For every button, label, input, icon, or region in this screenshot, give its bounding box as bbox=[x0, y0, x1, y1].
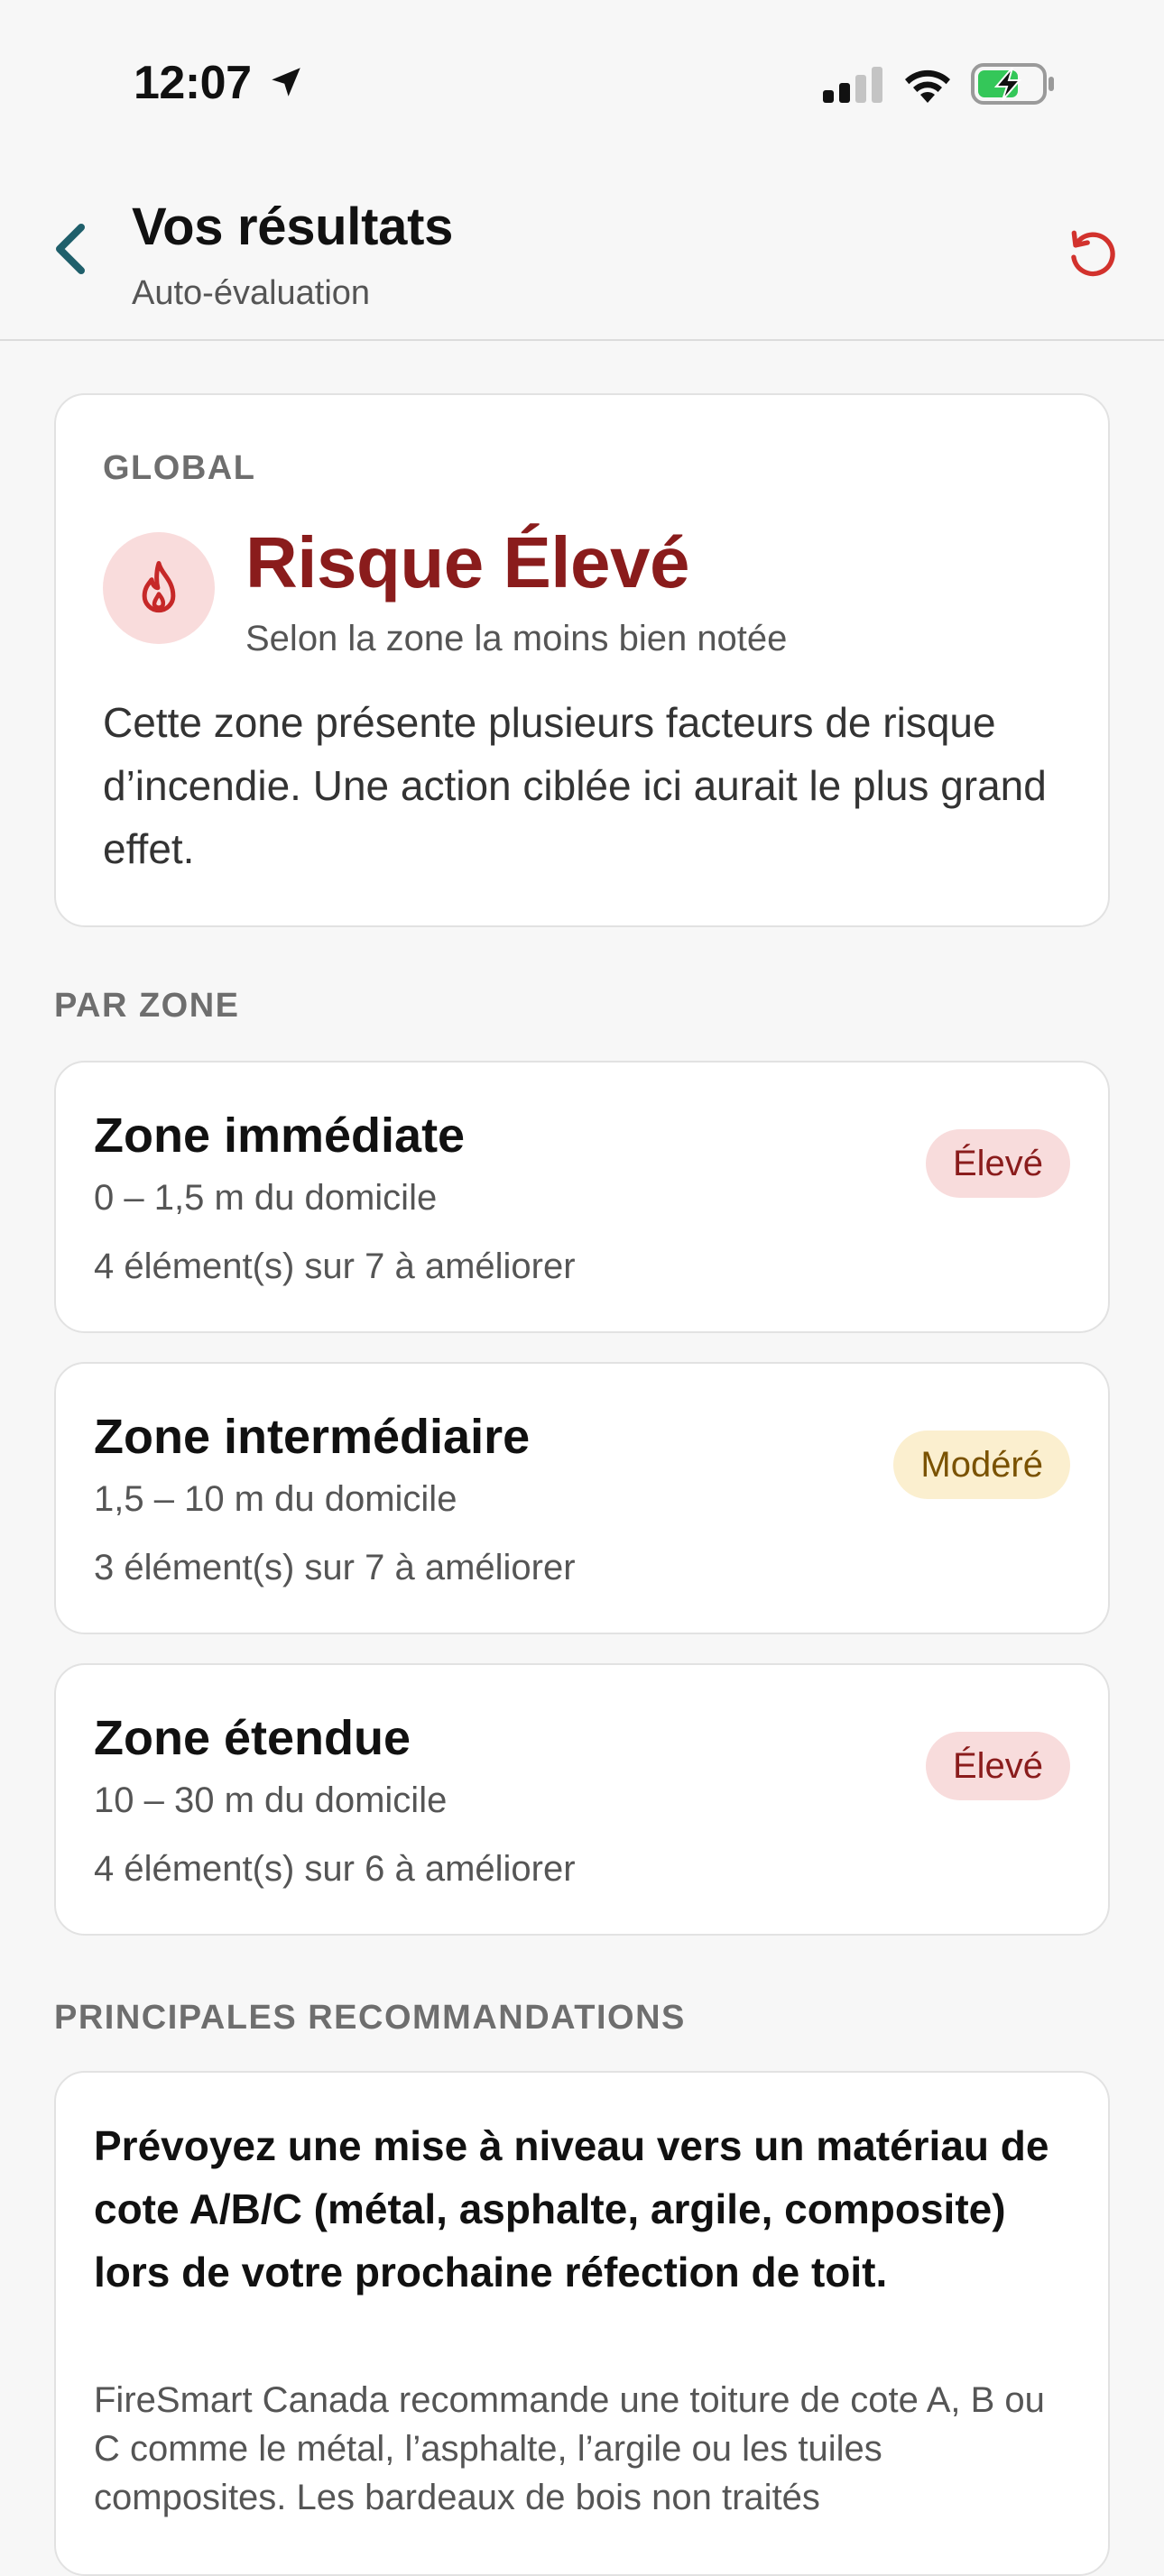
recommendation-card[interactable]: Prévoyez une mise à niveau vers un matér… bbox=[54, 2071, 1110, 2576]
zone-card-intermediate[interactable]: Zone intermédiaire 1,5 – 10 m du domicil… bbox=[54, 1362, 1110, 1634]
status-time: 12:07 bbox=[134, 57, 252, 109]
page-title: Vos résultats bbox=[132, 198, 454, 256]
flame-icon bbox=[142, 561, 176, 613]
zone-title: Zone intermédiaire bbox=[94, 1410, 531, 1464]
refresh-icon[interactable] bbox=[1065, 225, 1121, 281]
risk-badge: Élevé bbox=[925, 1732, 1070, 1800]
risk-level-title: Risque Élevé bbox=[245, 522, 690, 603]
status-bar: 12:07 bbox=[0, 0, 1164, 153]
global-label: GLOBAL bbox=[103, 449, 256, 487]
location-arrow-icon bbox=[272, 68, 300, 97]
zone-improvement-count: 4 élément(s) sur 7 à améliorer bbox=[94, 1247, 576, 1286]
risk-level-subtitle: Selon la zone la moins bien notée bbox=[245, 619, 788, 658]
zone-title: Zone étendue bbox=[94, 1711, 411, 1765]
flame-badge bbox=[103, 532, 215, 644]
zones-section-label: PAR ZONE bbox=[54, 987, 240, 1025]
risk-description: Cette zone présente plusieurs facteurs d… bbox=[103, 699, 1047, 872]
signal-icon bbox=[823, 67, 882, 103]
risk-badge: Élevé bbox=[925, 1129, 1070, 1198]
recommendation-title: Prévoyez une mise à niveau vers un matér… bbox=[94, 2122, 1049, 2295]
battery-charging-icon bbox=[971, 63, 1054, 105]
app-header: Vos résultats Auto-évaluation bbox=[0, 153, 1164, 341]
zone-improvement-count: 4 élément(s) sur 6 à améliorer bbox=[94, 1849, 576, 1889]
zone-range: 1,5 – 10 m du domicile bbox=[94, 1479, 457, 1519]
zone-card-extended[interactable]: Zone étendue 10 – 30 m du domicile 4 élé… bbox=[54, 1663, 1110, 1936]
page-subtitle: Auto-évaluation bbox=[132, 274, 371, 312]
wifi-icon bbox=[905, 69, 950, 103]
global-risk-card: GLOBAL Risque Élevé Selon la zone la moi… bbox=[54, 393, 1110, 927]
recommendation-body: FireSmart Canada recommande une toiture … bbox=[94, 2380, 1045, 2517]
risk-badge: Modéré bbox=[893, 1431, 1070, 1499]
chevron-left-icon[interactable] bbox=[51, 222, 90, 276]
recommendations-section-label: PRINCIPALES RECOMMANDATIONS bbox=[54, 1999, 686, 2037]
zone-title: Zone immédiate bbox=[94, 1109, 466, 1163]
zone-card-immediate[interactable]: Zone immédiate 0 – 1,5 m du domicile 4 é… bbox=[54, 1061, 1110, 1333]
zone-range: 10 – 30 m du domicile bbox=[94, 1780, 448, 1820]
zone-improvement-count: 3 élément(s) sur 7 à améliorer bbox=[94, 1548, 576, 1587]
zone-range: 0 – 1,5 m du domicile bbox=[94, 1178, 438, 1218]
